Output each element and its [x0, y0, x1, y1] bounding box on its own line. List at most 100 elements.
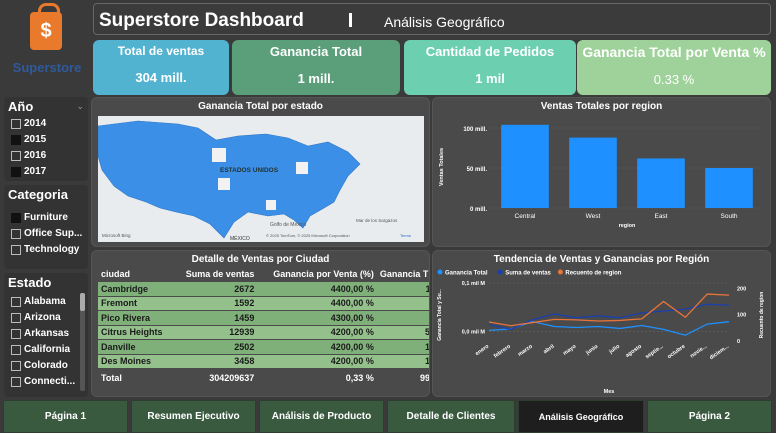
nav-tab[interactable]: Análisis Geográfico: [518, 400, 644, 433]
checkbox[interactable]: [11, 167, 21, 177]
nav-tab[interactable]: Resumen Ejecutivo: [131, 400, 256, 433]
column-header[interactable]: Ganancia por Venta (%): [257, 267, 377, 282]
table-row[interactable]: Des Moines34584200,00 %14: [98, 354, 429, 369]
slicer-scrollbar[interactable]: [80, 293, 85, 391]
table-row[interactable]: Cambridge26724400,00 %11: [98, 281, 429, 297]
state-item[interactable]: Connecti...: [4, 374, 88, 390]
table-cell: Pico Rivera: [98, 310, 174, 326]
city-table: ciudad Suma de ventas Ganancia por Venta (…: [98, 267, 429, 383]
table-cell: 14: [376, 354, 429, 369]
chevron-down-icon[interactable]: ⌄: [76, 101, 84, 112]
nav-tab[interactable]: Página 2: [647, 400, 772, 433]
state-item[interactable]: Colorado: [4, 358, 88, 374]
year-item-label: 2017: [24, 166, 47, 177]
year-item[interactable]: 2015: [4, 132, 88, 148]
y-tick-label: 50 mill.: [467, 167, 488, 173]
table-cell: 4400,00 %: [257, 281, 377, 297]
x-tick-label: marzo: [517, 343, 534, 358]
map-visual[interactable]: ESTADOS UNIDOS MÉXICO Golfo de México Ma…: [98, 116, 424, 242]
table-cell: Citrus Heights: [98, 325, 174, 340]
x-tick-label: East: [654, 213, 667, 220]
category-item-label: Office Sup...: [24, 228, 83, 239]
year-item-label: 2014: [24, 118, 47, 129]
x-tick-label: mayo: [562, 343, 578, 357]
year-item[interactable]: 2014: [4, 116, 88, 132]
checkbox[interactable]: [11, 377, 21, 387]
kpi-title: Cantidad de Pedidos: [425, 44, 555, 59]
state-item-label: Connecti...: [24, 376, 76, 387]
x-tick-label: enero: [474, 343, 490, 357]
kpi-value: 304 mill.: [135, 70, 187, 85]
table-cell: 4400,00 %: [257, 296, 377, 311]
year-item[interactable]: 2016: [4, 148, 88, 164]
table-row[interactable]: Fremont15924400,00 %7: [98, 296, 429, 311]
shopping-bag-icon: $: [30, 3, 62, 50]
column-header[interactable]: Ganancia T: [377, 267, 429, 282]
year-item[interactable]: 2017: [4, 164, 88, 180]
bar: [569, 137, 617, 208]
state-item[interactable]: Arizona: [4, 310, 88, 326]
category-item[interactable]: Technology: [4, 242, 88, 258]
series-line: [488, 293, 730, 327]
page-header: Superstore Dashboard Análisis Geográfico: [93, 3, 771, 35]
nav-tab[interactable]: Análisis de Producto: [259, 400, 384, 433]
state-white-2: [218, 178, 230, 190]
state-item-label: Alabama: [24, 296, 66, 307]
table-cell: 6: [376, 310, 429, 326]
table-cell: Cambridge: [98, 281, 174, 297]
y-left-tick-label: 0,1 mil M: [462, 281, 486, 287]
x-tick-label: diciem...: [709, 343, 731, 361]
title-separator: [349, 13, 352, 27]
checkbox[interactable]: [11, 345, 21, 355]
table-cell: Danville: [98, 339, 174, 355]
state-item[interactable]: California: [4, 342, 88, 358]
map-card: Ganancia Total por estado ESTADOS UNIDOS…: [91, 97, 430, 247]
checkbox[interactable]: [11, 135, 21, 145]
table-cell: 54: [376, 325, 429, 340]
category-item[interactable]: Office Sup...: [4, 226, 88, 242]
kpi-value: 1 mill.: [297, 71, 335, 86]
bar: [637, 158, 685, 208]
nav-tab[interactable]: Detalle de Clientes: [387, 400, 515, 433]
checkbox[interactable]: [11, 297, 21, 307]
state-slicer-title: Estado: [8, 275, 52, 290]
checkbox[interactable]: [11, 245, 21, 255]
checkbox[interactable]: [11, 313, 21, 323]
x-tick-label: abril: [543, 343, 556, 355]
state-item-label: Arkansas: [24, 328, 70, 339]
x-axis-label: region: [619, 223, 636, 229]
checkbox[interactable]: [11, 361, 21, 371]
logo-text: Superstore: [12, 60, 82, 75]
scrollbar-thumb[interactable]: [80, 293, 85, 311]
line-chart-title: Tendencia de Ventas y Ganancias por Regi…: [493, 254, 710, 265]
checkbox[interactable]: [11, 329, 21, 339]
table-row[interactable]: Pico Rivera14594300,00 %6: [98, 310, 429, 326]
x-tick-label: septie...: [644, 343, 665, 360]
table-row[interactable]: Danville25024200,00 %10: [98, 339, 429, 355]
column-header[interactable]: ciudad: [98, 267, 174, 282]
state-item[interactable]: Arkansas: [4, 326, 88, 342]
terms-link[interactable]: Terms: [400, 233, 411, 238]
line-chart-card: Tendencia de Ventas y Ganancias por Regi…: [432, 250, 771, 397]
state-item[interactable]: Alabama: [4, 294, 88, 310]
checkbox[interactable]: [11, 151, 21, 161]
x-tick-label: South: [721, 213, 738, 220]
table-cell: 7: [376, 296, 429, 311]
column-header[interactable]: Suma de ventas: [174, 267, 258, 282]
city-table-card: Detalle de Ventas por Ciudad ciudad Suma …: [91, 250, 430, 397]
category-slicer-title: Categoria: [8, 187, 68, 202]
legend-label: Suma de ventas: [505, 271, 551, 277]
checkbox[interactable]: [11, 213, 21, 223]
table-title: Detalle de Ventas por Ciudad: [191, 254, 330, 265]
nav-tab[interactable]: Página 1: [3, 400, 128, 433]
kpi-total-ventas: Total de ventas 304 mill.: [93, 40, 229, 95]
line-chart[interactable]: Ganancia Total Suma de ventas Recuento de …: [433, 265, 770, 396]
y-right-tick-label: 200: [737, 286, 746, 292]
category-item[interactable]: Furniture: [4, 210, 88, 226]
bar-chart[interactable]: 0 mill. 50 mill. 100 mill. Central West East S…: [433, 112, 770, 246]
checkbox[interactable]: [11, 229, 21, 239]
total-cell: Total: [101, 373, 122, 383]
table-cell: 2672: [173, 281, 258, 297]
checkbox[interactable]: [11, 119, 21, 129]
table-row[interactable]: Citrus Heights129394200,00 %54: [98, 325, 429, 340]
